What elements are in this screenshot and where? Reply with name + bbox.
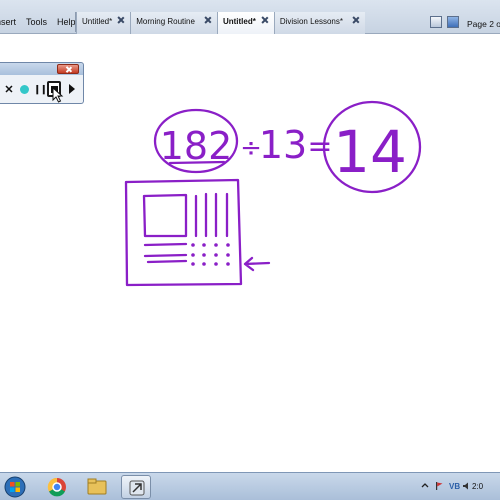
- ink-divisor: 13: [259, 123, 307, 167]
- folder-icon: [87, 478, 107, 495]
- close-icon[interactable]: [57, 64, 79, 74]
- page-indicator: Page 2 of: [467, 19, 500, 29]
- tab-untitled-1[interactable]: Untitled*: [76, 12, 131, 34]
- record-icon: [19, 84, 29, 94]
- cancel-record-button[interactable]: ✕: [2, 81, 16, 97]
- tray-flag-icon[interactable]: [434, 481, 444, 491]
- ink-equals: =: [307, 129, 332, 164]
- document-tabs: Untitled* Morning Routine Untitled* Divi…: [76, 12, 365, 34]
- play-button[interactable]: [65, 81, 79, 97]
- ink-underline: [168, 160, 226, 165]
- dual-page-view-icon[interactable]: [430, 16, 442, 28]
- tab-morning-routine[interactable]: Morning Routine: [130, 12, 217, 34]
- mouse-cursor-icon: [52, 87, 64, 103]
- ink-hundred-square: [142, 193, 188, 238]
- ink-ten-rod-horizontal: [146, 259, 188, 264]
- ink-unit-dots: [191, 243, 230, 266]
- tab-untitled-active[interactable]: Untitled*: [216, 12, 274, 34]
- close-icon[interactable]: [116, 15, 126, 25]
- recorder-titlebar[interactable]: [0, 62, 84, 76]
- menu-bar: nsert Tools Help: [0, 0, 81, 34]
- menu-insert[interactable]: nsert: [0, 0, 21, 27]
- start-button[interactable]: [2, 475, 32, 499]
- taskbar-chrome[interactable]: [42, 475, 72, 499]
- play-icon: [69, 84, 75, 94]
- taskbar-explorer[interactable]: [82, 475, 112, 499]
- volume-icon[interactable]: [462, 481, 472, 491]
- chrome-icon: [47, 477, 66, 497]
- pause-button[interactable]: ❙❙: [33, 81, 47, 97]
- ink-arrow: [243, 256, 271, 272]
- tab-division-lessons[interactable]: Division Lessons*: [273, 12, 365, 34]
- start-orb-icon: [4, 476, 26, 498]
- tray-label[interactable]: VB: [449, 482, 460, 491]
- tab-label: Untitled*: [82, 17, 113, 26]
- menu-tools[interactable]: Tools: [21, 0, 52, 27]
- tab-label: Untitled*: [222, 17, 256, 26]
- close-icon[interactable]: [351, 15, 361, 25]
- close-icon[interactable]: [260, 15, 270, 25]
- ink-ten-rod-horizontal: [143, 253, 188, 258]
- ink-quotient: 14: [333, 118, 407, 186]
- taskbar-notebook[interactable]: [121, 475, 151, 499]
- tab-label: Division Lessons*: [279, 17, 343, 26]
- recorder-toolbar[interactable]: ✕ ❙❙: [0, 62, 84, 104]
- fullscreen-view-icon[interactable]: [447, 16, 459, 28]
- close-icon[interactable]: [203, 15, 213, 25]
- windows-taskbar: VB 2:0: [0, 472, 500, 500]
- ink-ten-rod-horizontal: [143, 242, 188, 247]
- tab-label: Morning Routine: [136, 17, 195, 26]
- recorder-controls: ✕ ❙❙: [0, 75, 84, 104]
- tray-up-arrow-icon[interactable]: [420, 481, 430, 491]
- taskbar-clock[interactable]: 2:0: [472, 482, 483, 491]
- menu-tab-bar: nsert Tools Help Untitled* Morning Routi…: [0, 0, 500, 34]
- smart-notebook-icon: [129, 480, 145, 496]
- record-button[interactable]: [17, 81, 31, 97]
